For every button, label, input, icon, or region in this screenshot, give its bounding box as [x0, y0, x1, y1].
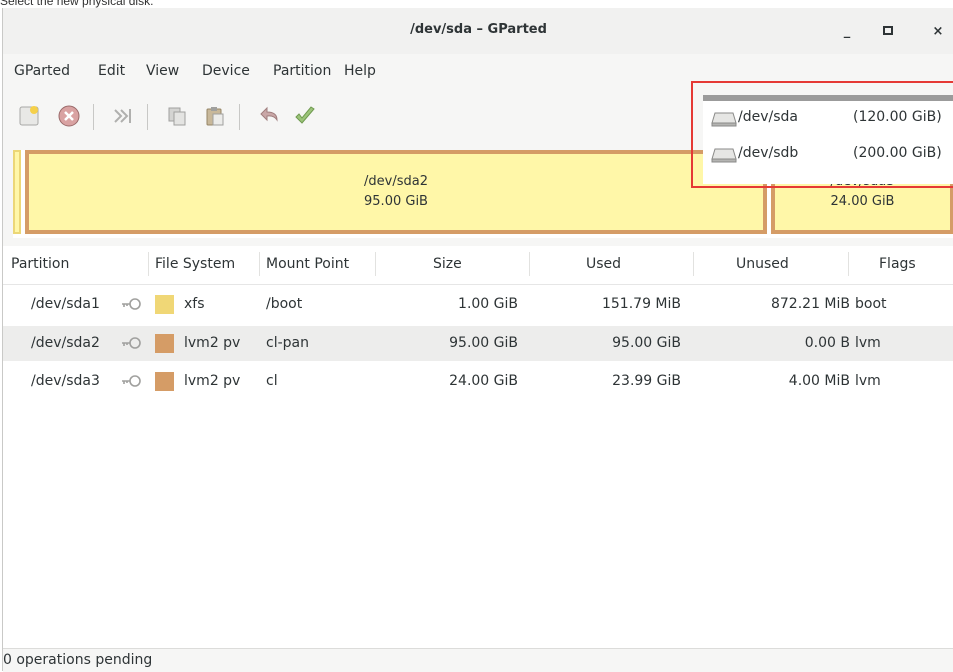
device-name: /dev/sdb	[738, 145, 799, 161]
minimize-button[interactable]: _	[838, 24, 856, 40]
cell-unused: 0.00 B	[804, 335, 850, 351]
fs-color-swatch	[155, 372, 174, 391]
cell-size: 95.00 GiB	[449, 335, 518, 351]
status-bar: 0 operations pending	[3, 648, 953, 672]
cell-unused: 872.21 MiB	[770, 296, 850, 312]
cell-size: 24.00 GiB	[449, 373, 518, 389]
undo-button[interactable]	[253, 100, 285, 132]
key-icon	[122, 298, 141, 310]
menu-help[interactable]: Help	[344, 63, 376, 79]
header-used[interactable]: Used	[586, 256, 621, 272]
device-dropdown-highlight: /dev/sda (120.00 GiB) /dev/sdb (200.00 G…	[691, 81, 953, 188]
device-size: (120.00 GiB)	[853, 109, 942, 125]
maximize-icon	[883, 26, 893, 35]
disk-map-sda3-size: 24.00 GiB	[830, 194, 895, 209]
instruction-text: Select the new physical disk.	[0, 0, 154, 8]
maximize-button[interactable]	[879, 24, 897, 40]
header-file-system[interactable]: File System	[155, 256, 235, 272]
resize-move-button[interactable]	[107, 100, 139, 132]
device-size: (200.00 GiB)	[853, 145, 942, 161]
paste-button[interactable]	[199, 100, 231, 132]
cell-mount-point: /boot	[266, 296, 303, 312]
device-item-sdb[interactable]: /dev/sdb (200.00 GiB)	[703, 137, 953, 173]
cell-partition: /dev/sda2	[31, 335, 100, 351]
apply-button[interactable]	[289, 100, 321, 132]
cell-file-system: lvm2 pv	[184, 373, 241, 389]
table-row[interactable]: /dev/sda2 lvm2 pv cl-pan 95.00 GiB 95.00…	[3, 326, 953, 361]
device-item-sda[interactable]: /dev/sda (120.00 GiB)	[703, 101, 953, 137]
header-partition[interactable]: Partition	[11, 256, 69, 272]
cell-partition: /dev/sda1	[31, 296, 100, 312]
close-button[interactable]: ×	[929, 24, 947, 40]
copy-icon	[168, 107, 186, 126]
cell-file-system: xfs	[184, 296, 205, 312]
cell-size: 1.00 GiB	[458, 296, 518, 312]
resize-move-icon	[114, 109, 131, 123]
header-flags[interactable]: Flags	[879, 256, 916, 272]
table-row[interactable]: /dev/sda3 lvm2 pv cl 24.00 GiB 23.99 GiB…	[3, 364, 953, 399]
status-text: 0 operations pending	[3, 652, 153, 668]
cell-partition: /dev/sda3	[31, 373, 100, 389]
fs-color-swatch	[155, 334, 174, 353]
table-row[interactable]: /dev/sda1 xfs /boot 1.00 GiB 151.79 MiB …	[3, 287, 953, 322]
fs-color-swatch	[155, 295, 174, 314]
delete-button[interactable]	[53, 100, 85, 132]
paste-icon	[206, 107, 224, 126]
hard-disk-icon	[711, 112, 737, 127]
device-name: /dev/sda	[738, 109, 798, 125]
delete-icon	[58, 105, 80, 127]
cell-flags: lvm	[855, 373, 881, 389]
partition-table: Partition File System Mount Point Size U…	[3, 246, 953, 648]
menu-view[interactable]: View	[146, 63, 179, 79]
cell-mount-point: cl-pan	[266, 335, 309, 351]
menu-device[interactable]: Device	[202, 63, 250, 79]
device-dropdown: /dev/sda (120.00 GiB) /dev/sdb (200.00 G…	[703, 95, 953, 184]
cell-mount-point: cl	[266, 373, 278, 389]
hard-disk-icon	[711, 148, 737, 163]
toolbar	[3, 100, 683, 140]
menu-gparted[interactable]: GParted	[14, 63, 70, 79]
copy-button[interactable]	[161, 100, 193, 132]
window-title: /dev/sda – GParted	[410, 22, 547, 37]
cell-used: 95.00 GiB	[612, 335, 681, 351]
menu-partition[interactable]: Partition	[273, 63, 331, 79]
cell-file-system: lvm2 pv	[184, 335, 241, 351]
cell-used: 23.99 GiB	[612, 373, 681, 389]
header-size[interactable]: Size	[433, 256, 462, 272]
gparted-window: /dev/sda – GParted _ × GParted Edit View…	[2, 8, 953, 672]
new-partition-button[interactable]	[13, 100, 45, 132]
cell-flags: boot	[855, 296, 887, 312]
cell-used: 151.79 MiB	[601, 296, 681, 312]
header-unused[interactable]: Unused	[736, 256, 789, 272]
menu-edit[interactable]: Edit	[98, 63, 125, 79]
undo-icon	[260, 106, 278, 122]
apply-icon	[295, 106, 315, 124]
title-bar: /dev/sda – GParted _ ×	[3, 8, 953, 54]
disk-map-sda2-size: 95.00 GiB	[364, 194, 428, 209]
new-partition-icon	[19, 106, 39, 126]
cell-unused: 4.00 MiB	[788, 373, 850, 389]
header-mount-point[interactable]: Mount Point	[266, 256, 349, 272]
key-icon	[122, 375, 141, 387]
key-icon	[122, 337, 141, 349]
disk-map-sda2-name: /dev/sda2	[364, 174, 428, 189]
cell-flags: lvm	[855, 335, 881, 351]
disk-map-sda2[interactable]: /dev/sda2 95.00 GiB	[25, 150, 767, 234]
table-header: Partition File System Mount Point Size U…	[3, 246, 953, 285]
disk-map-sda1[interactable]	[13, 150, 21, 234]
